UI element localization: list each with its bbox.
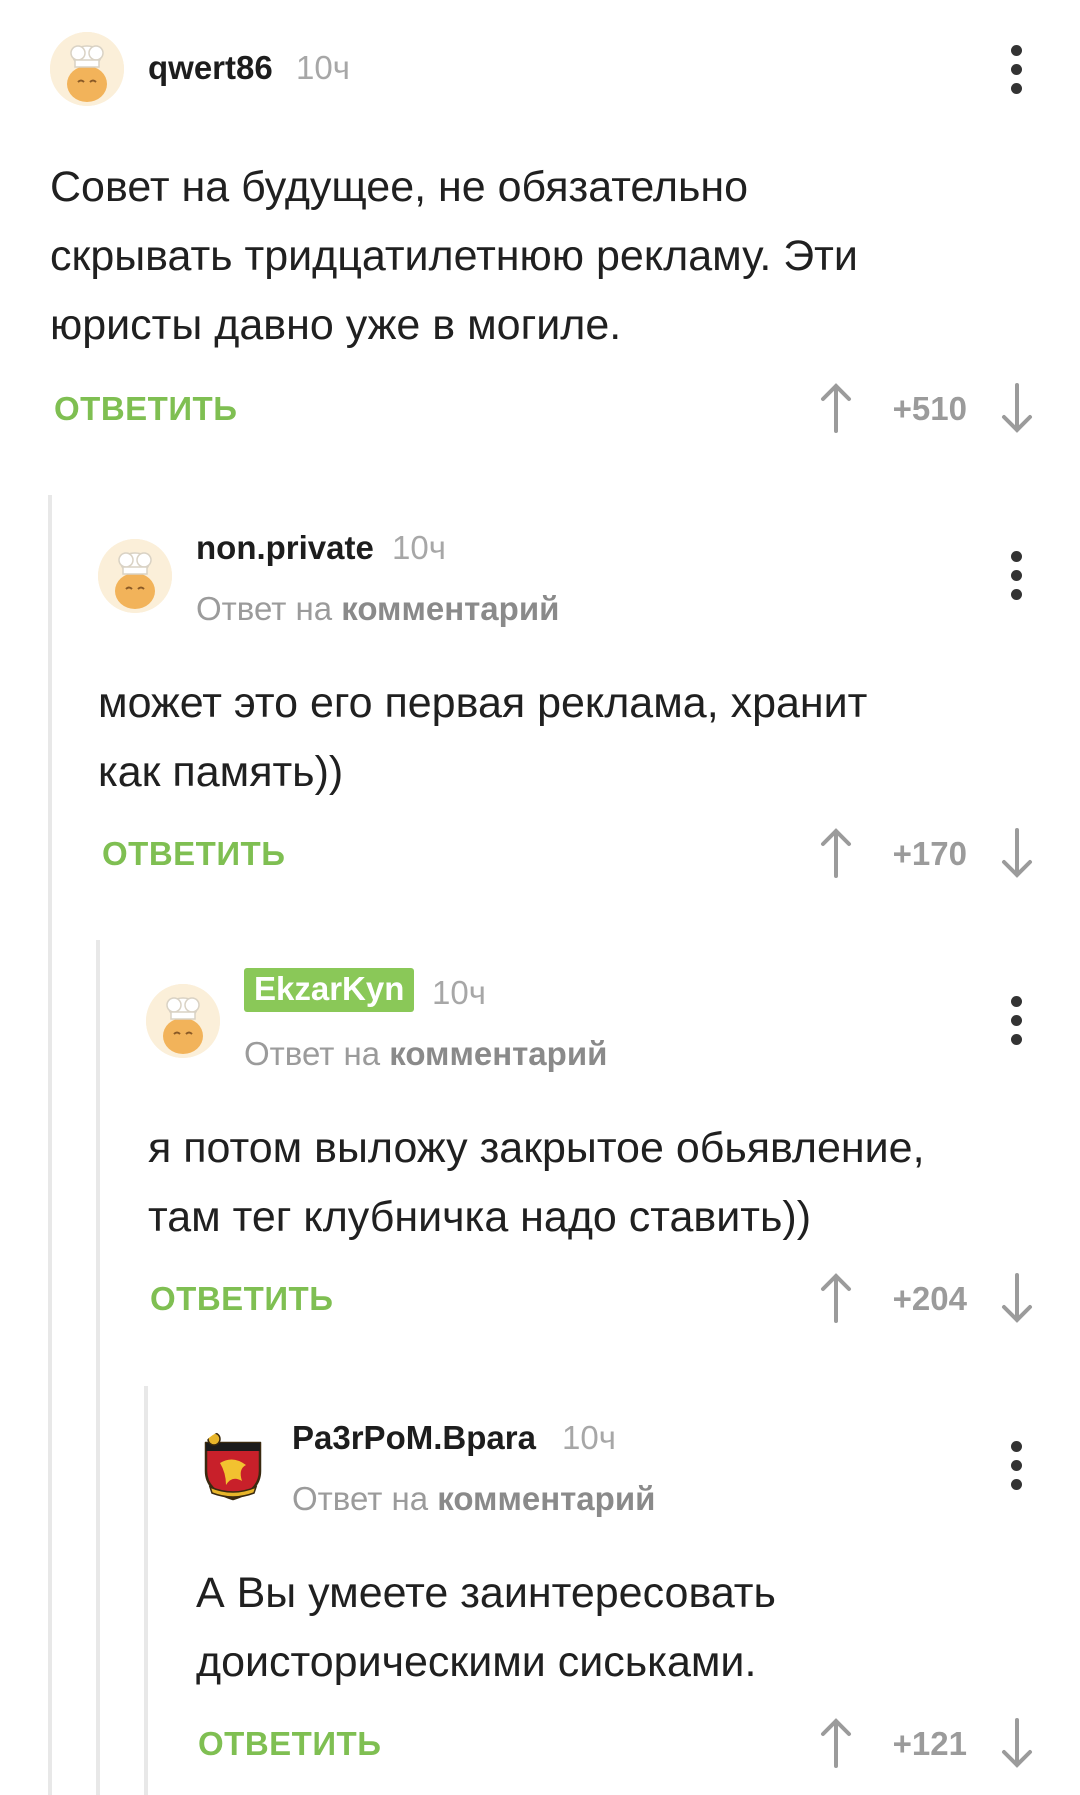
rating-count: +121: [892, 1725, 967, 1762]
reply-button[interactable]: ОТВЕТИТЬ: [54, 390, 237, 428]
more-options-icon[interactable]: [1006, 996, 1026, 1056]
downvote-icon[interactable]: [1000, 383, 1034, 433]
reply-to-line: Ответ на комментарий: [244, 1035, 607, 1073]
upvote-icon[interactable]: [819, 383, 853, 433]
comment-line: Совет на будущее, не обязательно: [50, 163, 749, 211]
comment-body: я потом выложу закрытое обьявление, там …: [148, 1114, 925, 1252]
chef-avatar-icon[interactable]: [146, 984, 220, 1058]
emblem-avatar-icon[interactable]: [196, 1429, 270, 1503]
downvote-icon[interactable]: [1000, 1718, 1034, 1768]
comment-body: Совет на будущее, не обязательно скрыват…: [50, 153, 858, 360]
comment: Pa3rPoM.Bpara 10ч Ответ на комментарий А…: [0, 1335, 1080, 1779]
more-options-icon[interactable]: [1006, 45, 1026, 105]
comment-line: А Вы умеете заинтересовать: [196, 1569, 776, 1617]
author-name[interactable]: non.private: [196, 529, 374, 567]
rating-count: +204: [892, 1280, 967, 1317]
reply-to-link[interactable]: комментарий: [437, 1480, 655, 1517]
reply-to-line: Ответ на комментарий: [196, 590, 559, 628]
comment-body: может это его первая реклама, хранит как…: [98, 669, 867, 807]
comment-line: как память)): [98, 748, 344, 796]
more-options-icon[interactable]: [1006, 1441, 1026, 1501]
author-name[interactable]: EkzarKyn: [244, 968, 415, 1012]
rating-count: +170: [892, 835, 967, 872]
comment-time: 10ч: [562, 1419, 616, 1456]
reply-to-prefix: Ответ на: [244, 1035, 381, 1072]
comment-line: юристы давно уже в могиле.: [50, 301, 622, 349]
upvote-icon[interactable]: [819, 1718, 853, 1768]
comment-line: скрывать тридцатилетнюю рекламу. Эти: [50, 232, 858, 280]
rating-count: +510: [892, 390, 967, 427]
reply-to-link[interactable]: комментарий: [389, 1035, 607, 1072]
comment-time: 10ч: [432, 974, 486, 1011]
reply-button[interactable]: ОТВЕТИТЬ: [198, 1725, 381, 1763]
comment-time: 10ч: [392, 529, 446, 566]
comment: non.private 10ч Ответ на комментарий мож…: [0, 445, 1080, 889]
comment: EkzarKyn 10ч Ответ на комментарий я пото…: [0, 890, 1080, 1334]
reply-button[interactable]: ОТВЕТИТЬ: [150, 1280, 333, 1318]
reply-button[interactable]: ОТВЕТИТЬ: [102, 835, 285, 873]
comment-line: я потом выложу закрытое обьявление,: [148, 1124, 925, 1172]
comment: qwert86 10ч Совет на будущее, не обязате…: [0, 0, 1080, 444]
upvote-icon[interactable]: [819, 828, 853, 878]
downvote-icon[interactable]: [1000, 828, 1034, 878]
comment-body: А Вы умеете заинтересовать доисторически…: [196, 1559, 776, 1697]
chef-avatar-icon[interactable]: [50, 32, 124, 106]
comment-line: там тег клубничка надо ставить)): [148, 1193, 812, 1241]
more-options-icon[interactable]: [1006, 551, 1026, 611]
reply-to-prefix: Ответ на: [292, 1480, 429, 1517]
reply-to-prefix: Ответ на: [196, 590, 333, 627]
chef-avatar-icon[interactable]: [98, 539, 172, 613]
author-name[interactable]: Pa3rPoM.Bpara: [292, 1419, 536, 1457]
reply-to-link[interactable]: комментарий: [341, 590, 559, 627]
downvote-icon[interactable]: [1000, 1273, 1034, 1323]
comment-line: может это его первая реклама, хранит: [98, 679, 868, 727]
author-name[interactable]: qwert86: [148, 49, 273, 87]
comment-time: 10ч: [296, 49, 350, 86]
upvote-icon[interactable]: [819, 1273, 853, 1323]
reply-to-line: Ответ на комментарий: [292, 1480, 655, 1518]
comment-line: доисторическими сиськами.: [196, 1638, 757, 1686]
